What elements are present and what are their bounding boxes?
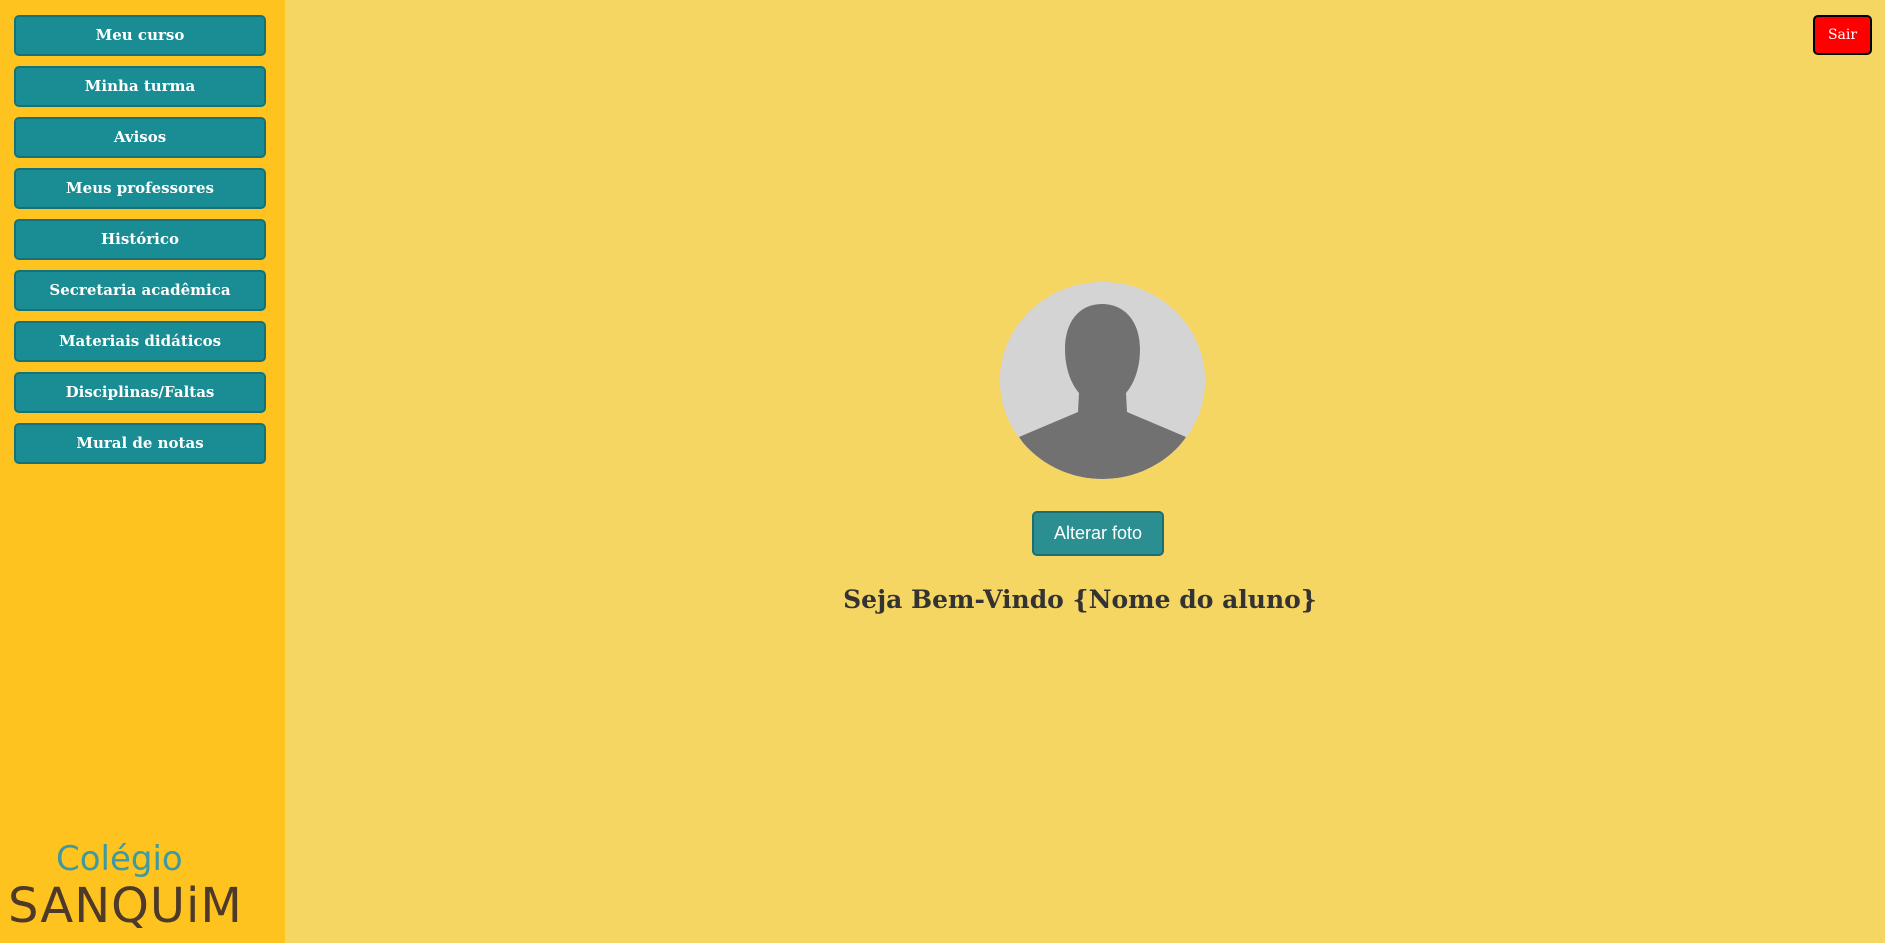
sidebar-item-minha-turma[interactable]: Minha turma [14,66,266,107]
sidebar-item-historico[interactable]: Histórico [14,219,266,260]
sidebar-item-materiais-didaticos[interactable]: Materiais didáticos [14,321,266,362]
change-photo-button[interactable]: Alterar foto [1032,511,1164,556]
sidebar-item-disciplinas-faltas[interactable]: Disciplinas/Faltas [14,372,266,413]
welcome-message: Seja Bem-Vindo {Nome do aluno} [843,585,1317,614]
logo-top-text: Colégio [56,839,183,879]
person-placeholder-icon [1000,282,1205,479]
profile-photo [1000,282,1205,479]
logout-button[interactable]: Sair [1813,15,1872,55]
sidebar-item-meus-professores[interactable]: Meus professores [14,168,266,209]
school-logo: Colégio SANQUiM [8,838,248,938]
sidebar-item-secretaria-academica[interactable]: Secretaria acadêmica [14,270,266,311]
sidebar-item-avisos[interactable]: Avisos [14,117,266,158]
logo-bottom-text: SANQUiM [8,878,243,934]
sidebar: Meu curso Minha turma Avisos Meus profes… [0,0,285,943]
sidebar-item-mural-de-notas[interactable]: Mural de notas [14,423,266,464]
sidebar-item-meu-curso[interactable]: Meu curso [14,15,266,56]
sidebar-menu: Meu curso Minha turma Avisos Meus profes… [14,15,266,474]
